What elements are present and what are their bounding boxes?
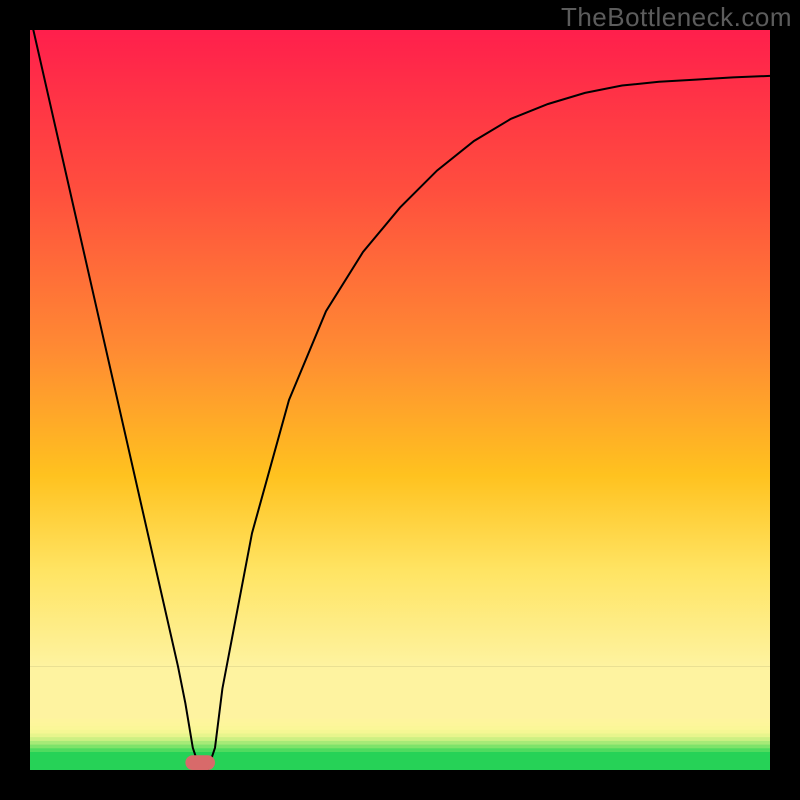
chart-min-marker [185,755,215,770]
chart-background-gradient [30,30,770,666]
chart-background-bands [30,666,770,770]
bottleneck-chart [0,0,800,800]
chart-container: TheBottleneck.com [0,0,800,800]
watermark-text: TheBottleneck.com [561,2,792,33]
